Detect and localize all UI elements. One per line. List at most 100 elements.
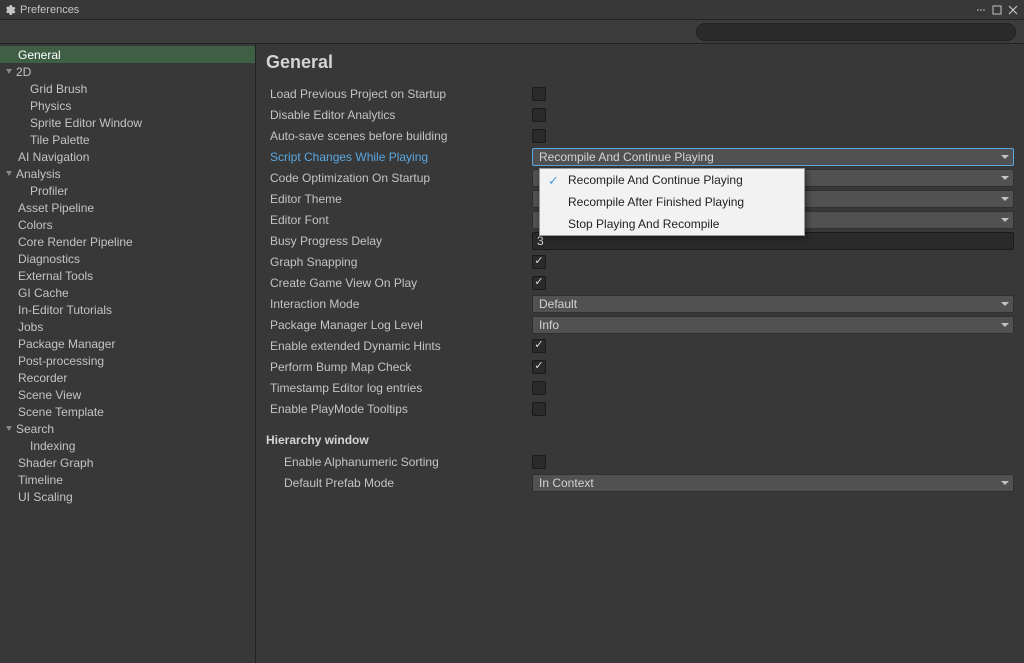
sidebar-item-label: UI Scaling	[18, 490, 73, 504]
sidebar-item-label: 2D	[16, 65, 31, 79]
popup-item-label: Recompile After Finished Playing	[568, 195, 744, 209]
dropdown-value: Default	[539, 297, 577, 311]
sidebar-item-jobs[interactable]: Jobs	[0, 318, 255, 335]
sidebar-item-label: Profiler	[30, 184, 68, 198]
setting-label: Disable Editor Analytics	[266, 108, 532, 122]
sidebar-item-label: GI Cache	[18, 286, 69, 300]
chevron-down-icon	[1001, 302, 1009, 306]
setting-label: Perform Bump Map Check	[266, 360, 532, 374]
sidebar-item-ui-scaling[interactable]: UI Scaling	[0, 488, 255, 505]
search-field-wrap	[696, 23, 1016, 41]
sidebar-item-label: Search	[16, 422, 54, 436]
sidebar-item-indexing[interactable]: Indexing	[0, 437, 255, 454]
window-close-button[interactable]	[1006, 3, 1020, 17]
sidebar-item-scene-template[interactable]: Scene Template	[0, 403, 255, 420]
chevron-down-icon	[1001, 197, 1009, 201]
setting-label: Code Optimization On Startup	[266, 171, 532, 185]
sidebar-item-label: Grid Brush	[30, 82, 87, 96]
sidebar-item-physics[interactable]: Physics	[0, 97, 255, 114]
gear-icon	[4, 4, 20, 16]
chevron-down-icon	[1001, 155, 1009, 159]
sidebar-item-label: Scene Template	[18, 405, 104, 419]
sidebar-item-sprite-editor-window[interactable]: Sprite Editor Window	[0, 114, 255, 131]
setting-row: Interaction ModeDefault	[266, 293, 1014, 314]
sidebar-item-asset-pipeline[interactable]: Asset Pipeline	[0, 199, 255, 216]
sidebar-item-scene-view[interactable]: Scene View	[0, 386, 255, 403]
checkbox[interactable]	[532, 360, 546, 374]
sidebar: General 2D Grid Brush Physics Sprite Editor …	[0, 44, 256, 663]
sidebar-item-package-manager[interactable]: Package Manager	[0, 335, 255, 352]
sidebar-item-general[interactable]: General	[0, 46, 255, 63]
foldout-icon[interactable]	[6, 426, 12, 431]
search-input[interactable]	[696, 23, 1016, 41]
sidebar-item-external-tools[interactable]: External Tools	[0, 267, 255, 284]
sidebar-item-label: Physics	[30, 99, 71, 113]
sidebar-item-label: Recorder	[18, 371, 67, 385]
setting-row: Perform Bump Map Check	[266, 356, 1014, 377]
setting-label: Create Game View On Play	[266, 276, 532, 290]
dropdown[interactable]: In Context	[532, 474, 1014, 492]
sidebar-item-tile-palette[interactable]: Tile Palette	[0, 131, 255, 148]
checkbox[interactable]	[532, 108, 546, 122]
checkbox[interactable]	[532, 339, 546, 353]
popup-item[interactable]: ✓Recompile And Continue Playing	[540, 169, 804, 191]
setting-label: Enable extended Dynamic Hints	[266, 339, 532, 353]
checkbox[interactable]	[532, 455, 546, 469]
checkbox[interactable]	[532, 87, 546, 101]
sidebar-item-timeline[interactable]: Timeline	[0, 471, 255, 488]
checkbox[interactable]	[532, 129, 546, 143]
sidebar-item-in-editor-tutorials[interactable]: In-Editor Tutorials	[0, 301, 255, 318]
setting-row: Default Prefab Mode In Context	[266, 472, 1014, 493]
window-menu-button[interactable]	[974, 3, 988, 17]
checkbox[interactable]	[532, 255, 546, 269]
sidebar-item-label: AI Navigation	[18, 150, 89, 164]
chevron-down-icon	[1001, 323, 1009, 327]
setting-label: Editor Font	[266, 213, 532, 227]
setting-label: Load Previous Project on Startup	[266, 87, 532, 101]
foldout-icon[interactable]	[6, 171, 12, 176]
chevron-down-icon	[1001, 218, 1009, 222]
sidebar-item-diagnostics[interactable]: Diagnostics	[0, 250, 255, 267]
sidebar-item-2d[interactable]: 2D	[0, 63, 255, 80]
popup-item[interactable]: Stop Playing And Recompile	[540, 213, 804, 235]
setting-label: Graph Snapping	[266, 255, 532, 269]
sidebar-item-profiler[interactable]: Profiler	[0, 182, 255, 199]
dropdown-value: In Context	[539, 476, 594, 490]
sidebar-item-label: Post-processing	[18, 354, 104, 368]
sidebar-item-grid-brush[interactable]: Grid Brush	[0, 80, 255, 97]
sidebar-item-ai-navigation[interactable]: AI Navigation	[0, 148, 255, 165]
checkbox[interactable]	[532, 402, 546, 416]
setting-row: Auto-save scenes before building	[266, 125, 1014, 146]
checkbox[interactable]	[532, 381, 546, 395]
setting-label: Default Prefab Mode	[266, 476, 532, 490]
dropdown-value: Recompile And Continue Playing	[539, 150, 714, 164]
sidebar-item-label: Asset Pipeline	[18, 201, 94, 215]
sidebar-item-label: Sprite Editor Window	[30, 116, 142, 130]
window-maximize-button[interactable]	[990, 3, 1004, 17]
setting-label: Enable Alphanumeric Sorting	[266, 455, 532, 469]
sidebar-item-search[interactable]: Search	[0, 420, 255, 437]
setting-label: Enable PlayMode Tooltips	[266, 402, 532, 416]
sidebar-item-label: Shader Graph	[18, 456, 93, 470]
sidebar-item-gi-cache[interactable]: GI Cache	[0, 284, 255, 301]
sidebar-item-label: Analysis	[16, 167, 61, 181]
setting-row: Timestamp Editor log entries	[266, 377, 1014, 398]
sidebar-item-recorder[interactable]: Recorder	[0, 369, 255, 386]
sidebar-item-label: Colors	[18, 218, 53, 232]
checkbox[interactable]	[532, 276, 546, 290]
dropdown[interactable]: Recompile And Continue Playing	[532, 148, 1014, 166]
setting-row: Enable Alphanumeric Sorting	[266, 451, 1014, 472]
sidebar-item-post-processing[interactable]: Post-processing	[0, 352, 255, 369]
popup-item[interactable]: Recompile After Finished Playing	[540, 191, 804, 213]
page-title: General	[266, 52, 1014, 73]
dropdown[interactable]: Default	[532, 295, 1014, 313]
sidebar-item-analysis[interactable]: Analysis	[0, 165, 255, 182]
setting-label: Package Manager Log Level	[266, 318, 532, 332]
dropdown[interactable]: Info	[532, 316, 1014, 334]
dropdown-popup: ✓Recompile And Continue Playing Recompile…	[539, 168, 805, 236]
dropdown-value: Info	[539, 318, 559, 332]
sidebar-item-core-render-pipeline[interactable]: Core Render Pipeline	[0, 233, 255, 250]
sidebar-item-shader-graph[interactable]: Shader Graph	[0, 454, 255, 471]
sidebar-item-colors[interactable]: Colors	[0, 216, 255, 233]
foldout-icon[interactable]	[6, 69, 12, 74]
